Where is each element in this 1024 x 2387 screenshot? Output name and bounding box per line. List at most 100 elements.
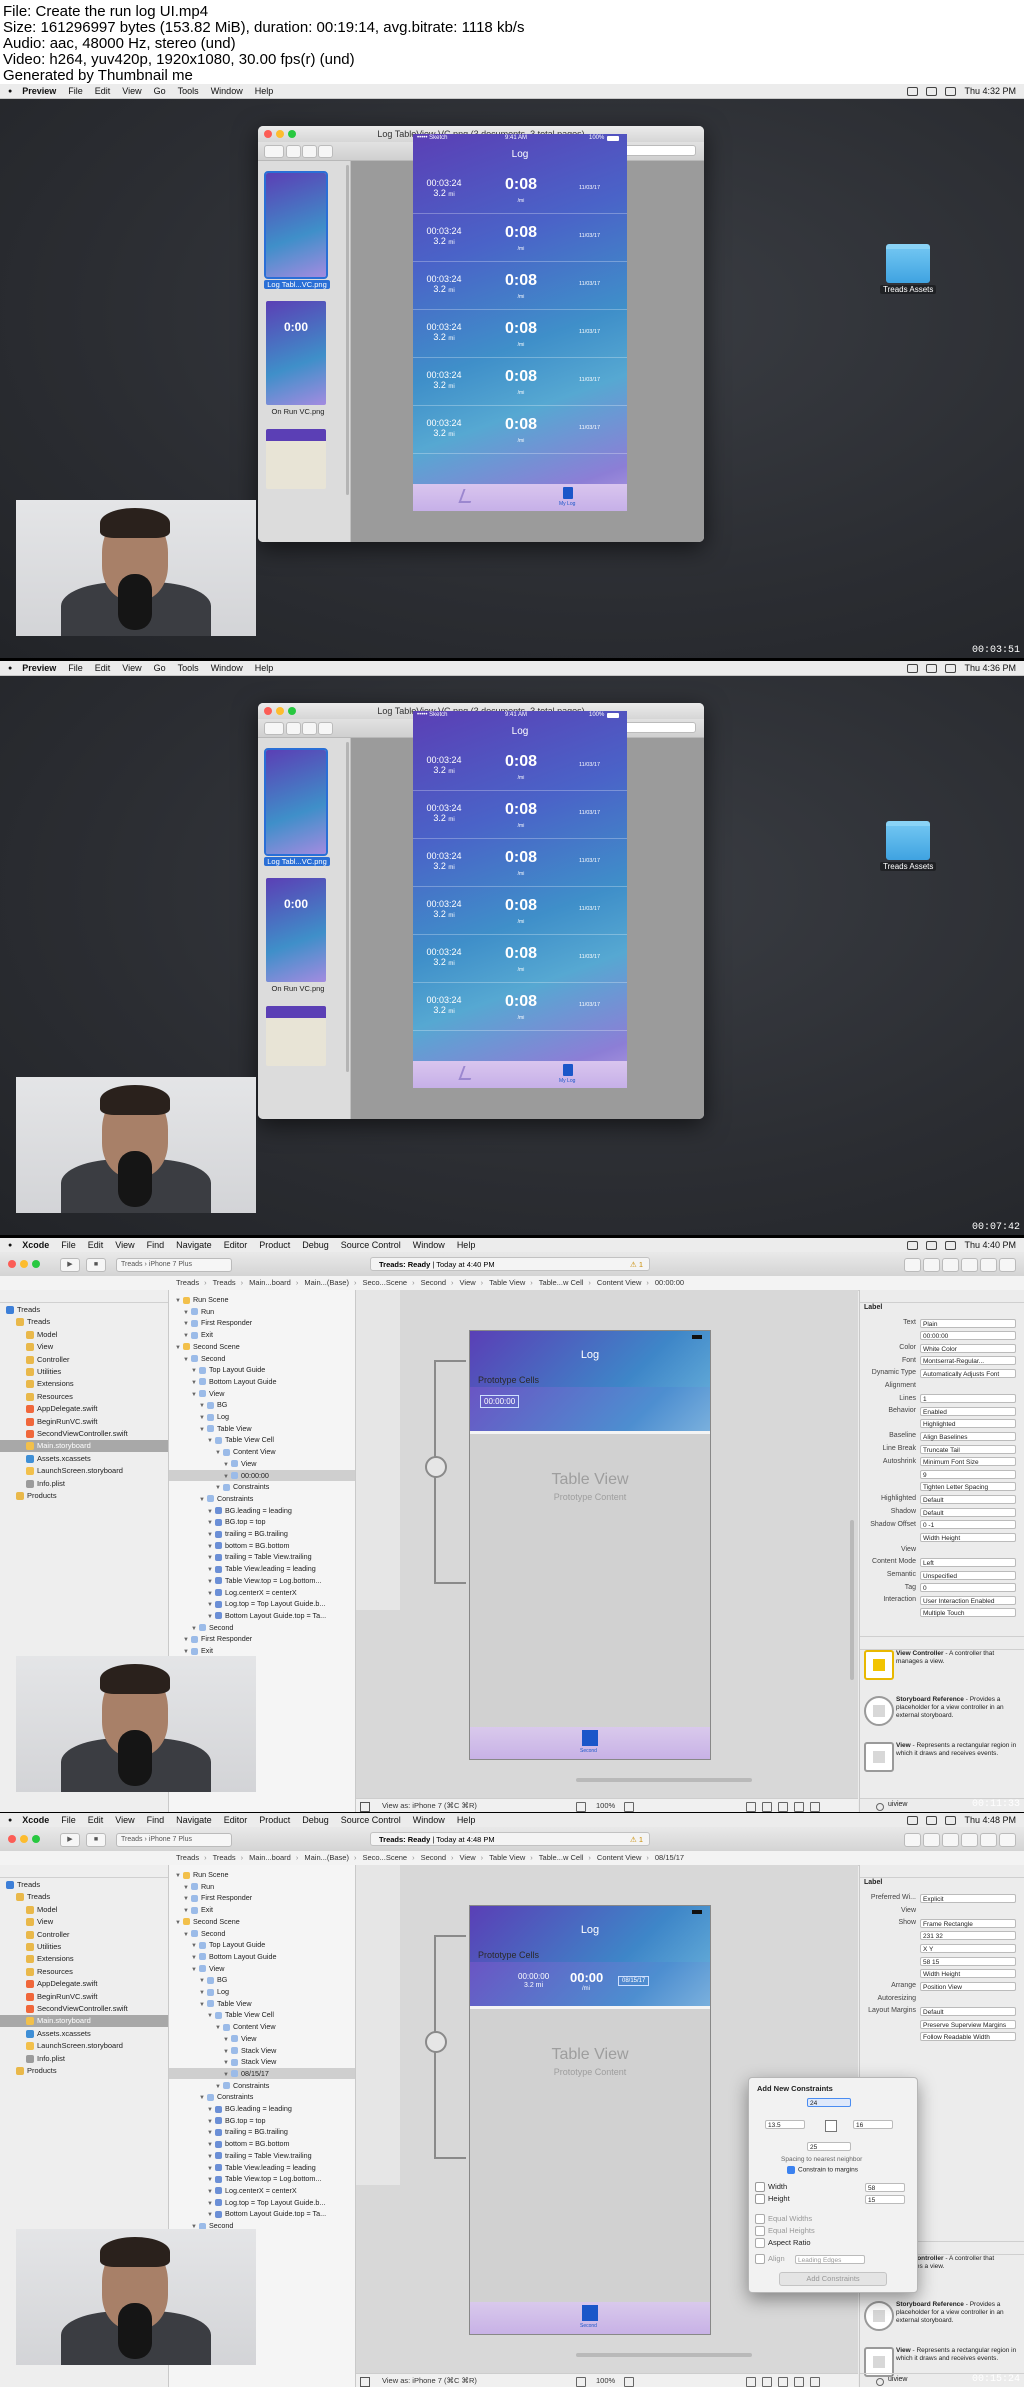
disclosure-triangle-icon[interactable]: ▼ <box>199 1990 205 1996</box>
outline-item[interactable]: ▼ Table View.leading = leading <box>169 1563 355 1575</box>
canvas-horizontal-scrollbar[interactable] <box>576 2353 752 2357</box>
library-item[interactable]: Storyboard Reference - Provides a placeh… <box>896 2301 1020 2325</box>
outline-item[interactable]: ▼ View <box>169 1963 355 1975</box>
desktop-folder[interactable]: Treads Assets <box>880 244 937 294</box>
zoom-button[interactable] <box>288 130 296 138</box>
zoom-level[interactable]: 100% <box>596 1799 615 1812</box>
run-log-row[interactable]: 00:03:24 3.2 mi 0:08/mi 11/03/17 <box>413 791 627 839</box>
log-tab-label[interactable]: My Log <box>559 501 575 507</box>
scheme-selector[interactable]: Treads › iPhone 7 Plus <box>116 1258 232 1272</box>
inspector-field[interactable]: 0 <box>920 1583 1016 1593</box>
navigator-item[interactable]: Treads <box>0 1891 168 1903</box>
inspector-field[interactable]: Automatically Adjusts Font <box>920 1368 1016 1378</box>
disclosure-triangle-icon[interactable]: ▼ <box>191 1967 197 1973</box>
run-log-row[interactable]: 00:03:24 3.2 mi 0:08/mi 11/03/17 <box>413 214 627 262</box>
zoom-level[interactable]: 100% <box>596 2374 615 2387</box>
disclosure-triangle-icon[interactable]: ▼ <box>207 2212 213 2218</box>
navigator-item[interactable]: Extensions <box>0 1953 168 1965</box>
menu-item[interactable]: Window <box>413 1240 445 1250</box>
zoom-button[interactable] <box>32 1835 40 1843</box>
library-item[interactable]: Storyboard Reference - Provides a placeh… <box>896 1696 1020 1720</box>
disclosure-triangle-icon[interactable]: ▼ <box>207 1544 213 1550</box>
jump-bar-item[interactable]: View <box>460 1278 476 1287</box>
navigator-item[interactable]: Utilities <box>0 1941 168 1953</box>
run-log-row[interactable]: 00:03:24 3.2 mi 0:08/mi 11/03/17 <box>413 983 627 1031</box>
toggle-utilities-button[interactable] <box>999 1258 1016 1272</box>
navigator-item[interactable]: BeginRunVC.swift <box>0 1991 168 2003</box>
disclosure-triangle-icon[interactable]: ▼ <box>215 1450 221 1456</box>
toggle-utilities-button[interactable] <box>999 1833 1016 1847</box>
close-button[interactable] <box>8 1260 16 1268</box>
outline-item[interactable]: ▼ Exit <box>169 1329 355 1341</box>
navigator-item[interactable]: Info.plist <box>0 2053 168 2065</box>
outline-item[interactable]: ▼ Content View <box>169 1446 355 1458</box>
inspector-field[interactable]: Frame Rectangle <box>920 1918 1016 1928</box>
thumbnail-map-vc[interactable] <box>266 429 326 489</box>
jump-bar-item[interactable]: Seco...Scene <box>362 1278 407 1287</box>
stack-icon[interactable] <box>762 1802 772 1812</box>
scene-tab-bar[interactable]: Second <box>470 1727 710 1759</box>
close-button[interactable] <box>264 707 272 715</box>
minimize-button[interactable] <box>20 1260 28 1268</box>
menu-item[interactable]: View <box>115 1815 134 1825</box>
run-log-row[interactable]: 00:03:24 3.2 mi 0:08/mi 11/03/17 <box>413 358 627 406</box>
menu-item[interactable]: Help <box>457 1240 476 1250</box>
outline-item[interactable]: ▼ trailing = Table View.trailing <box>169 2150 355 2162</box>
resolve-icon[interactable] <box>810 2377 820 2387</box>
stack-icon[interactable] <box>762 2377 772 2387</box>
disclosure-triangle-icon[interactable]: ▼ <box>199 1978 205 1984</box>
disclosure-triangle-icon[interactable]: ▼ <box>207 2154 213 2160</box>
menu-item[interactable]: Product <box>259 1240 290 1250</box>
editor-version-button[interactable] <box>942 1258 959 1272</box>
outline-item[interactable]: ▼ Log <box>169 1986 355 1998</box>
outline-item[interactable]: ▼ First Responder <box>169 1633 355 1645</box>
share-button[interactable] <box>318 145 333 158</box>
battery-icon[interactable] <box>926 86 938 96</box>
library-item[interactable]: View - Represents a rectangular region i… <box>896 1742 1020 1758</box>
outline-item[interactable]: ▼ Constraints <box>169 1481 355 1493</box>
run-button[interactable]: ▶ <box>60 1833 80 1847</box>
inspector-field[interactable]: Width Height <box>920 1532 1016 1542</box>
sidebar-toggle-button[interactable] <box>264 722 284 735</box>
disclosure-triangle-icon[interactable]: ▼ <box>207 1579 213 1585</box>
navigator-item[interactable]: Products <box>0 1490 168 1502</box>
navigator-item[interactable]: SecondViewController.swift <box>0 2003 168 2015</box>
cell-duration-label[interactable]: 00:00:00 <box>480 1395 520 1408</box>
outline-item[interactable]: ▼ BG.top = top <box>169 1516 355 1528</box>
share-button[interactable] <box>318 722 333 735</box>
inspector-tabs[interactable] <box>860 1865 1024 1878</box>
width-value-field[interactable]: 58 <box>865 2183 905 2192</box>
inspector-field[interactable]: Truncate Tail <box>920 1444 1016 1454</box>
inspector-field[interactable]: Tighten Letter Spacing <box>920 1482 1016 1492</box>
outline-item[interactable]: ▼ Log.centerX = centerX <box>169 1587 355 1599</box>
battery-icon[interactable] <box>926 1240 938 1250</box>
jump-bar-item[interactable]: Main...board <box>249 1278 291 1287</box>
outline-item[interactable]: ▼ BG.top = top <box>169 2115 355 2127</box>
disclosure-triangle-icon[interactable]: ▼ <box>199 2095 205 2101</box>
constrain-margins-checkbox[interactable]: Constrain to margins <box>787 2166 858 2174</box>
inspector-field[interactable]: 0 -1 <box>920 1520 1016 1530</box>
menu-clock[interactable]: Thu 4:40 PM <box>964 1240 1016 1250</box>
table-view-cell[interactable]: 00:00:00 <box>470 1387 710 1434</box>
inspector-field[interactable]: Multiple Touch <box>920 1608 1016 1618</box>
jump-bar-item[interactable]: Table View <box>489 1853 525 1862</box>
disclosure-triangle-icon[interactable]: ▼ <box>207 1520 213 1526</box>
navigator-item[interactable]: View <box>0 1341 168 1353</box>
menu-app-name[interactable]: Xcode <box>22 1815 49 1825</box>
align-icon[interactable] <box>778 1802 788 1812</box>
disclosure-triangle-icon[interactable]: ▼ <box>215 1485 221 1491</box>
run-tab-icon[interactable] <box>458 489 476 503</box>
menu-item[interactable]: Go <box>154 86 166 96</box>
inspector-field[interactable]: 00:00:00 <box>920 1331 1016 1341</box>
navigator-item[interactable]: Assets.xcassets <box>0 1453 168 1465</box>
menu-item[interactable]: Window <box>413 1815 445 1825</box>
disclosure-triangle-icon[interactable]: ▼ <box>183 1637 189 1643</box>
menu-item[interactable]: Editor <box>224 1240 248 1250</box>
navigator-item[interactable]: Main.storyboard <box>0 1440 168 1453</box>
disclosure-triangle-icon[interactable]: ▼ <box>183 1310 189 1316</box>
equal-widths-checkbox[interactable]: Equal Widths <box>755 2214 812 2225</box>
right-spacing-field[interactable]: 16 <box>853 2120 893 2129</box>
jump-bar-item[interactable]: Treads <box>176 1278 199 1287</box>
thumbnail-on-run-vc[interactable]: 0:00 <box>266 878 326 982</box>
cell-pace-unit[interactable]: /mi <box>582 1986 590 1992</box>
